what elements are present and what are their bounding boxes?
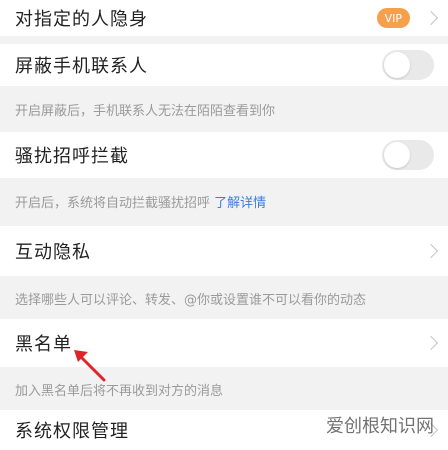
block-contacts-hint: 开启屏蔽后，手机联系人无法在陌陌查看到你 bbox=[15, 104, 276, 119]
watermark: 爱创根知识网 bbox=[326, 416, 434, 437]
harass-block-hint: 开启后，系统将自动拦截骚扰招呼 了解详情 bbox=[15, 192, 266, 211]
chevron-right-icon bbox=[423, 243, 439, 259]
toggle-knob bbox=[384, 142, 410, 168]
row-label: 黑名单 bbox=[15, 334, 72, 355]
row-block-contacts: 屏蔽手机联系人 bbox=[0, 44, 448, 86]
row-label: 系统权限管理 bbox=[15, 421, 129, 442]
row-label: 对指定的人隐身 bbox=[15, 9, 148, 30]
harass-block-toggle[interactable] bbox=[382, 140, 434, 170]
harass-block-hint-text: 开启后，系统将自动拦截骚扰招呼 bbox=[15, 196, 211, 211]
blacklist-hint: 加入黑名单后将不再收到对方的消息 bbox=[15, 384, 224, 399]
toggle-knob bbox=[384, 52, 410, 78]
row-hide-from-specific[interactable]: 对指定的人隐身 VIP bbox=[0, 0, 448, 36]
row-blacklist[interactable]: 黑名单 bbox=[0, 319, 448, 367]
row-label: 骚扰招呼拦截 bbox=[15, 146, 129, 167]
interaction-privacy-hint: 选择哪些人可以评论、转发、@你或设置谁不可以看你的动态 bbox=[15, 293, 367, 308]
row-harass-block: 骚扰招呼拦截 bbox=[0, 132, 448, 178]
block-contacts-toggle[interactable] bbox=[382, 50, 434, 80]
learn-more-link[interactable]: 了解详情 bbox=[214, 196, 266, 211]
chevron-right-icon bbox=[423, 10, 439, 26]
row-label: 屏蔽手机联系人 bbox=[15, 56, 148, 77]
annotation-arrow-icon bbox=[74, 350, 106, 382]
row-interaction-privacy[interactable]: 互动隐私 bbox=[0, 226, 448, 276]
vip-badge: VIP bbox=[376, 8, 410, 28]
row-label: 互动隐私 bbox=[15, 242, 91, 263]
chevron-right-icon bbox=[423, 335, 439, 351]
